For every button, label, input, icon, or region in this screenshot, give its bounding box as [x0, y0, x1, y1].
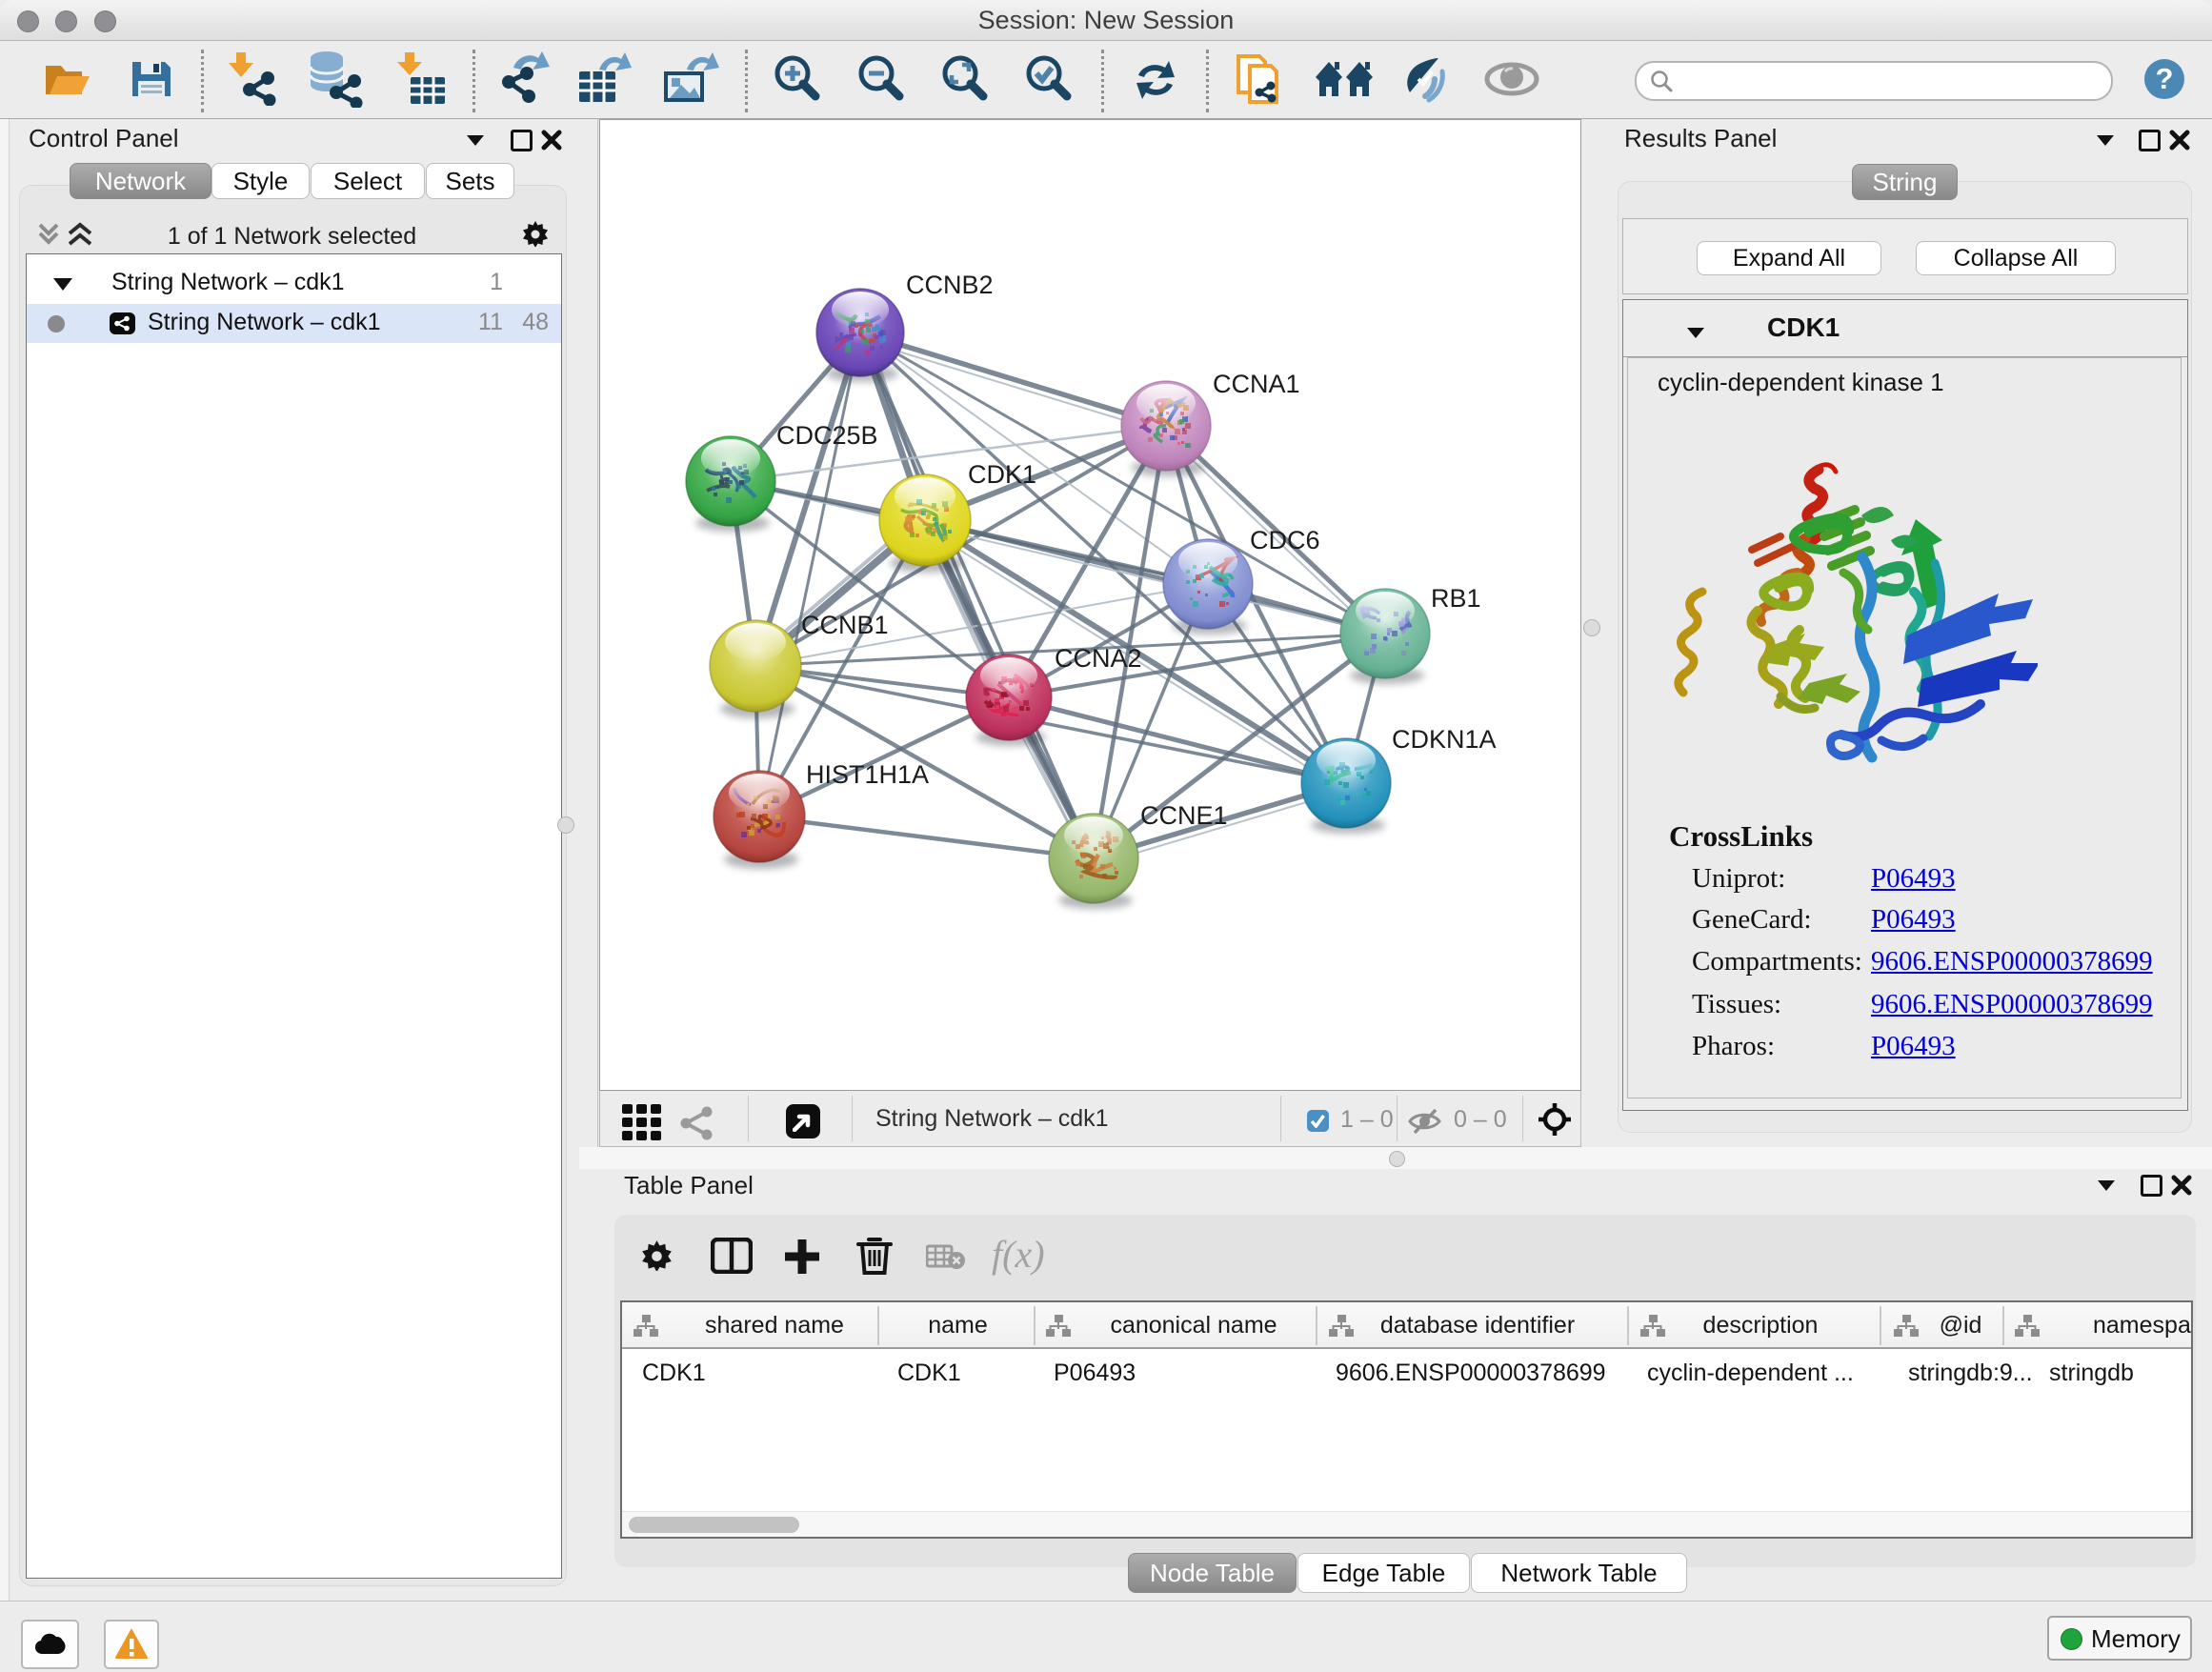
- svg-text:CCNA1: CCNA1: [1213, 370, 1300, 398]
- svg-text:CCNA2: CCNA2: [1055, 644, 1142, 673]
- svg-text:HIST1H1A: HIST1H1A: [806, 760, 929, 789]
- svg-text:CCNB1: CCNB1: [801, 611, 889, 639]
- svg-text:CDKN1A: CDKN1A: [1392, 725, 1497, 754]
- svg-text:RB1: RB1: [1431, 584, 1481, 613]
- svg-text:CDK1: CDK1: [968, 460, 1036, 489]
- svg-text:CDC6: CDC6: [1250, 526, 1320, 554]
- svg-text:CDC25B: CDC25B: [776, 421, 878, 450]
- svg-text:CCNB2: CCNB2: [906, 271, 994, 299]
- svg-text:CCNE1: CCNE1: [1140, 801, 1228, 830]
